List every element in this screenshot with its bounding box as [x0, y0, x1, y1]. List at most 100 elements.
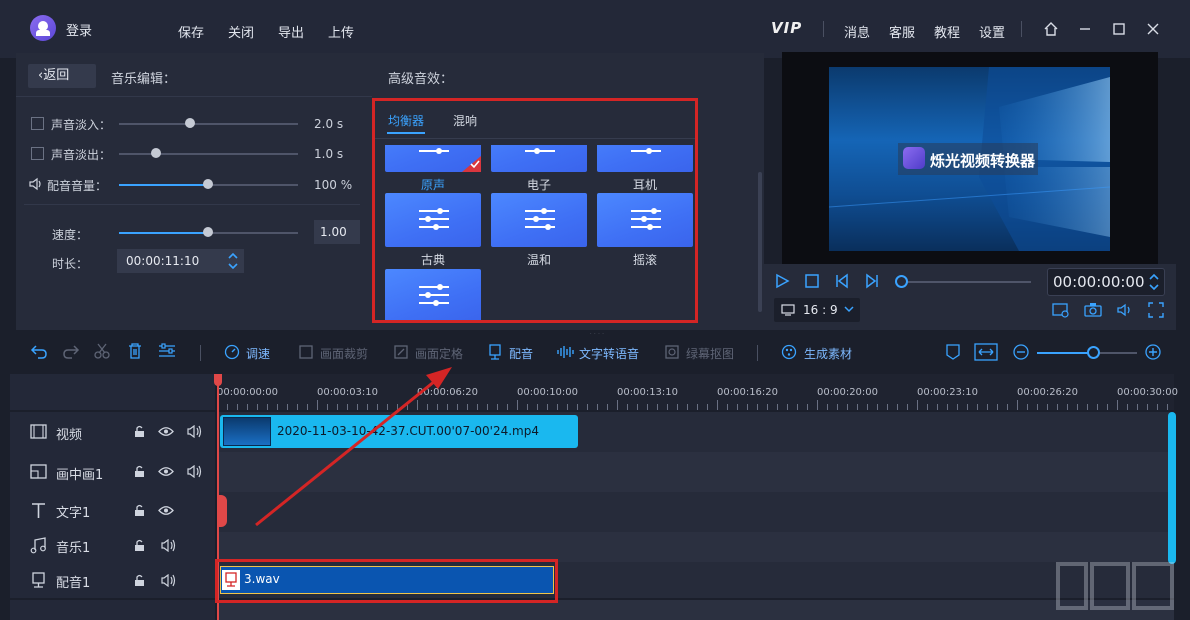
cut-icon[interactable]	[94, 343, 110, 359]
aspect-ratio-value: 16 : 9	[803, 303, 838, 317]
zoom-slider-knob[interactable]	[1087, 346, 1100, 359]
speaker-icon[interactable]	[186, 425, 203, 438]
fullscreen-icon[interactable]	[1148, 302, 1164, 318]
play-icon[interactable]	[774, 273, 790, 289]
speaker-icon[interactable]	[1116, 302, 1134, 318]
preset-classical-tile[interactable]	[385, 193, 481, 247]
preset-gentle-tile[interactable]	[491, 193, 587, 247]
preset-electronic-tile[interactable]	[491, 145, 587, 172]
check-icon	[470, 160, 480, 169]
equalizer-icon	[631, 207, 661, 231]
preset-electronic-label: 电子	[526, 178, 551, 192]
lock-icon[interactable]	[134, 465, 145, 478]
adjust-icon[interactable]	[158, 343, 176, 359]
fade-in-checkbox[interactable]	[31, 117, 44, 130]
eye-icon[interactable]	[158, 505, 174, 516]
sound-effects-panel: 均衡器 混响 原声 电子 耳机 古典 温和 摇滚	[372, 98, 698, 323]
redo-icon[interactable]	[62, 343, 80, 359]
fade-out-value: 1.0 s	[314, 147, 344, 161]
equalizer-icon	[631, 148, 661, 154]
menu-close[interactable]: 关闭	[228, 22, 254, 41]
eye-icon[interactable]	[158, 466, 174, 477]
playback-knob[interactable]	[895, 275, 908, 288]
tab-equalizer[interactable]: 均衡器	[388, 112, 424, 129]
music-editor-title: 音乐编辑：	[111, 72, 177, 87]
chevron-down-icon	[844, 306, 854, 313]
duration-label: 时长：	[52, 257, 89, 271]
minimize-icon[interactable]	[1078, 22, 1092, 36]
zoom-in-icon[interactable]	[1145, 344, 1161, 360]
menu-messages[interactable]: 消息	[844, 22, 870, 41]
lock-icon[interactable]	[134, 425, 145, 438]
close-icon[interactable]	[1146, 22, 1160, 36]
speed-icon[interactable]	[224, 344, 240, 360]
camera-icon[interactable]	[1084, 302, 1102, 318]
zoom-out-icon[interactable]	[1013, 344, 1029, 360]
preset-rock-tile[interactable]	[597, 193, 693, 247]
duration-input[interactable]: 00:00:11:10	[117, 249, 244, 273]
timecode-stepper-icon[interactable]	[1148, 272, 1160, 292]
speed-slider-knob[interactable]	[203, 227, 213, 237]
text-clip-stub[interactable]	[217, 495, 227, 527]
generate-material-button[interactable]: 生成素材	[804, 345, 852, 362]
stop-icon[interactable]	[804, 273, 820, 289]
menu-upload[interactable]: 上传	[328, 22, 354, 41]
volume-slider-knob[interactable]	[203, 179, 213, 189]
divider	[823, 21, 824, 37]
playback-progress[interactable]	[901, 281, 1031, 283]
ruler-label: 00:00:20:00	[817, 387, 879, 398]
vip-badge[interactable]: VIP	[771, 19, 802, 37]
generate-icon[interactable]	[781, 344, 797, 360]
dub-icon	[32, 572, 45, 588]
text-to-speech-button[interactable]: 文字转语音	[579, 345, 639, 362]
fit-timeline-icon[interactable]	[974, 343, 998, 361]
fade-out-slider[interactable]	[119, 153, 298, 155]
fade-out-label: 声音淡出：	[51, 148, 112, 162]
preset-headphone-tile[interactable]	[597, 145, 693, 172]
preset-tile[interactable]	[385, 269, 481, 320]
ruler-label: 00:00:30:00	[1117, 387, 1179, 398]
panel-scrollbar[interactable]	[758, 172, 762, 312]
lock-icon[interactable]	[134, 504, 145, 517]
undo-icon[interactable]	[30, 343, 48, 359]
next-frame-icon[interactable]	[864, 273, 880, 289]
brand-watermark-text: 烁光视频转换器	[930, 152, 1036, 170]
dub-icon[interactable]	[487, 344, 503, 360]
fade-out-slider-knob[interactable]	[151, 148, 161, 158]
delete-icon[interactable]	[127, 343, 143, 359]
duration-stepper-icon[interactable]	[227, 251, 239, 271]
speaker-icon[interactable]	[186, 465, 203, 478]
fade-out-checkbox[interactable]	[31, 147, 44, 160]
menu-support[interactable]: 客服	[889, 22, 915, 41]
fade-in-slider-knob[interactable]	[185, 118, 195, 128]
lock-icon[interactable]	[134, 574, 145, 587]
track-row-subtitle[interactable]	[217, 600, 1174, 620]
menu-settings[interactable]: 设置	[979, 22, 1005, 41]
back-button[interactable]: ‹返回	[28, 64, 96, 88]
menu-save[interactable]: 保存	[178, 22, 204, 41]
home-icon[interactable]	[1043, 21, 1059, 37]
maximize-icon[interactable]	[1112, 22, 1126, 36]
watermark-logo	[1056, 562, 1174, 610]
eye-icon[interactable]	[158, 426, 174, 437]
brand-logo-icon	[903, 147, 925, 169]
speaker-icon[interactable]	[160, 539, 177, 552]
previous-frame-icon[interactable]	[834, 273, 850, 289]
playhead-handle[interactable]	[214, 374, 222, 386]
snapshot-settings-icon[interactable]	[1052, 302, 1070, 318]
green-screen-button[interactable]: 绿幕抠图	[686, 345, 734, 362]
tab-reverb[interactable]: 混响	[453, 112, 477, 129]
menu-tutorial[interactable]: 教程	[934, 22, 960, 41]
dub-button[interactable]: 配音	[509, 345, 533, 362]
marker-icon[interactable]	[946, 344, 960, 360]
fade-in-slider[interactable]	[119, 123, 298, 125]
timeline-scrollbar[interactable]	[1168, 412, 1176, 564]
green-screen-icon[interactable]	[664, 344, 680, 360]
menu-export[interactable]: 导出	[278, 22, 304, 41]
speed-input[interactable]: 1.00	[314, 220, 360, 244]
divider	[16, 96, 372, 97]
lock-icon[interactable]	[134, 539, 145, 552]
login-link[interactable]: 登录	[66, 20, 92, 39]
speaker-icon[interactable]	[160, 574, 177, 587]
text-to-speech-icon[interactable]	[557, 344, 575, 360]
